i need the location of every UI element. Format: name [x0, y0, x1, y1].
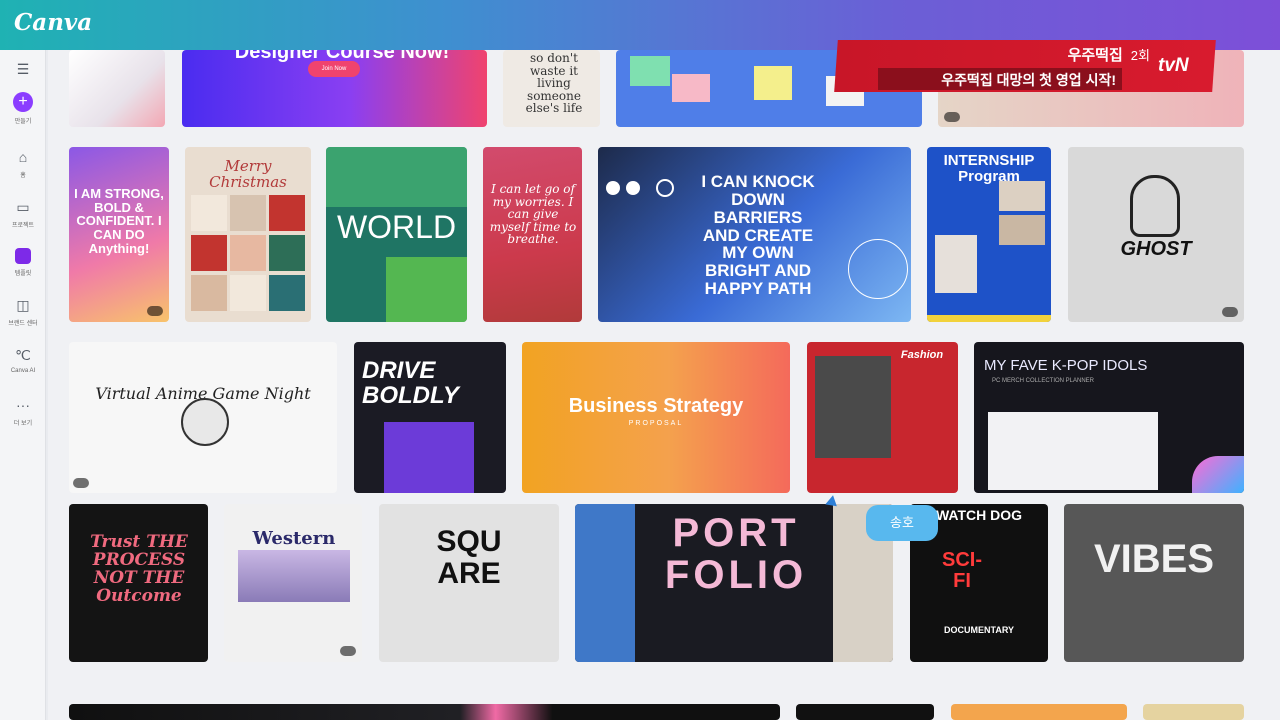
template-card[interactable]: [1143, 704, 1244, 720]
play-icon: [73, 478, 89, 488]
sidebar-item-label: 템플릿: [14, 271, 32, 277]
menu-button[interactable]: ☰: [0, 60, 46, 78]
template-card[interactable]: GHOST: [1068, 147, 1244, 322]
template-subtitle: DOCUMENTARY: [944, 625, 1014, 635]
canva-ai-icon: ℃: [15, 347, 31, 363]
template-card[interactable]: Fashion: [807, 342, 958, 493]
plus-icon: +: [13, 92, 33, 112]
template-card[interactable]: Merry Christmas: [185, 147, 311, 322]
template-title: I AM STRONG, BOLD & CONFIDENT. I CAN DO …: [74, 186, 164, 256]
template-title: Merry Christmas: [209, 157, 287, 191]
template-card[interactable]: Business Strategy PROPOSAL: [522, 342, 790, 493]
template-card[interactable]: SQU ARE: [379, 504, 559, 662]
more-icon: ···: [16, 397, 30, 413]
template-title: I CAN KNOCK DOWN BARRIERS AND CREATE MY …: [701, 172, 815, 299]
home-icon: ⌂: [18, 149, 28, 165]
brand-icon: ◫: [16, 297, 30, 313]
broadcast-episode: 2회: [1130, 48, 1150, 63]
template-card[interactable]: MY FAVE K-POP IDOLS PC MERCH COLLECTION …: [974, 342, 1244, 493]
sidebar-item-label: 더 보기: [13, 421, 33, 427]
template-title: SQU ARE: [436, 525, 502, 590]
hamburger-icon: ☰: [16, 61, 30, 77]
template-card[interactable]: I can let go of my worries. I can give m…: [483, 147, 582, 322]
sidebar-item-label: 브랜드 센터: [8, 321, 38, 327]
sidebar-item-brand[interactable]: ◫ 브랜드 센터: [0, 296, 46, 327]
template-title: I can let go of my worries. I can give m…: [489, 182, 577, 247]
template-subtitle: PC MERCH COLLECTION PLANNER: [992, 378, 1095, 384]
play-icon: [944, 112, 960, 122]
template-card[interactable]: Western: [224, 504, 362, 662]
template-card[interactable]: [796, 704, 934, 720]
template-title: DRIVE BOLDLY: [362, 357, 459, 410]
template-card[interactable]: I AM STRONG, BOLD & CONFIDENT. I CAN DO …: [69, 147, 169, 322]
sidebar-item-projects[interactable]: ▭ 프로젝트: [0, 198, 46, 229]
template-card[interactable]: Virtual Anime Game Night: [69, 342, 337, 493]
template-title: WORLD: [336, 209, 457, 245]
template-title: Western: [252, 528, 336, 549]
template-title: SCI-FI: [942, 549, 982, 592]
sidebar-item-label: 프로젝트: [11, 223, 35, 229]
template-cta: Join Now: [308, 61, 360, 77]
sidebar-item-label: 만들기: [14, 119, 32, 125]
user-tooltip: 송호: [866, 505, 938, 541]
template-card[interactable]: DRIVE BOLDLY: [354, 342, 506, 493]
templates-icon: [15, 248, 31, 264]
folder-icon: ▭: [16, 199, 30, 215]
channel-logo: tvN: [1158, 55, 1189, 76]
play-icon: [147, 306, 163, 316]
broadcast-subtitle: 우주떡집 대망의 첫 영업 시작!: [878, 68, 1122, 90]
sidebar-item-more[interactable]: ··· 더 보기: [0, 396, 46, 427]
sidebar-item-create[interactable]: + 만들기: [0, 92, 46, 125]
template-card[interactable]: [69, 704, 780, 720]
template-card[interactable]: so don't waste it living someone else's …: [503, 50, 600, 127]
template-card[interactable]: I CAN KNOCK DOWN BARRIERS AND CREATE MY …: [598, 147, 911, 322]
sidebar-item-canva-ai[interactable]: ℃ Canva AI: [0, 346, 46, 374]
sidebar-item-label: 홈: [20, 173, 26, 179]
template-title: PORT FOLIO: [664, 511, 808, 597]
broadcast-title: 우주떡집 2회: [880, 44, 1150, 65]
sidebar-item-templates[interactable]: 템플릿: [0, 248, 46, 277]
template-subtitle: PROPOSAL: [628, 420, 684, 427]
template-card[interactable]: PORT FOLIO: [575, 504, 893, 662]
template-card[interactable]: VIBES: [1064, 504, 1244, 662]
sidebar-item-home[interactable]: ⌂ 홈: [0, 148, 46, 179]
template-title: Trust THE PROCESS NOT THE Outcome: [90, 532, 188, 606]
template-card[interactable]: Trust THE PROCESS NOT THE Outcome: [69, 504, 208, 662]
template-title: so don't waste it living someone else's …: [525, 51, 583, 116]
template-title: Business Strategy: [568, 395, 744, 417]
template-title: MY FAVE K-POP IDOLS: [984, 357, 1148, 374]
canva-logo[interactable]: Canva: [14, 9, 92, 36]
template-card[interactable]: WORLD: [326, 147, 467, 322]
sidebar: ☰ + 만들기 ⌂ 홈 ▭ 프로젝트 템플릿 ◫ 브랜드 센터 ℃ Canva …: [0, 50, 46, 720]
play-icon: [340, 646, 356, 656]
template-title: Fashion: [900, 349, 944, 361]
template-title: INTERNSHIP Program: [943, 152, 1035, 185]
template-card[interactable]: [951, 704, 1127, 720]
template-card[interactable]: INTERNSHIP Program: [927, 147, 1051, 322]
template-card[interactable]: [69, 50, 165, 127]
template-card[interactable]: Designer Course Now! Join Now: [182, 50, 487, 127]
sidebar-item-label: Canva AI: [10, 368, 36, 374]
play-icon: [1222, 307, 1238, 317]
broadcast-title-text: 우주떡집: [1067, 47, 1123, 64]
template-title: VIBES: [1093, 537, 1215, 581]
template-title: GHOST: [1120, 238, 1192, 260]
